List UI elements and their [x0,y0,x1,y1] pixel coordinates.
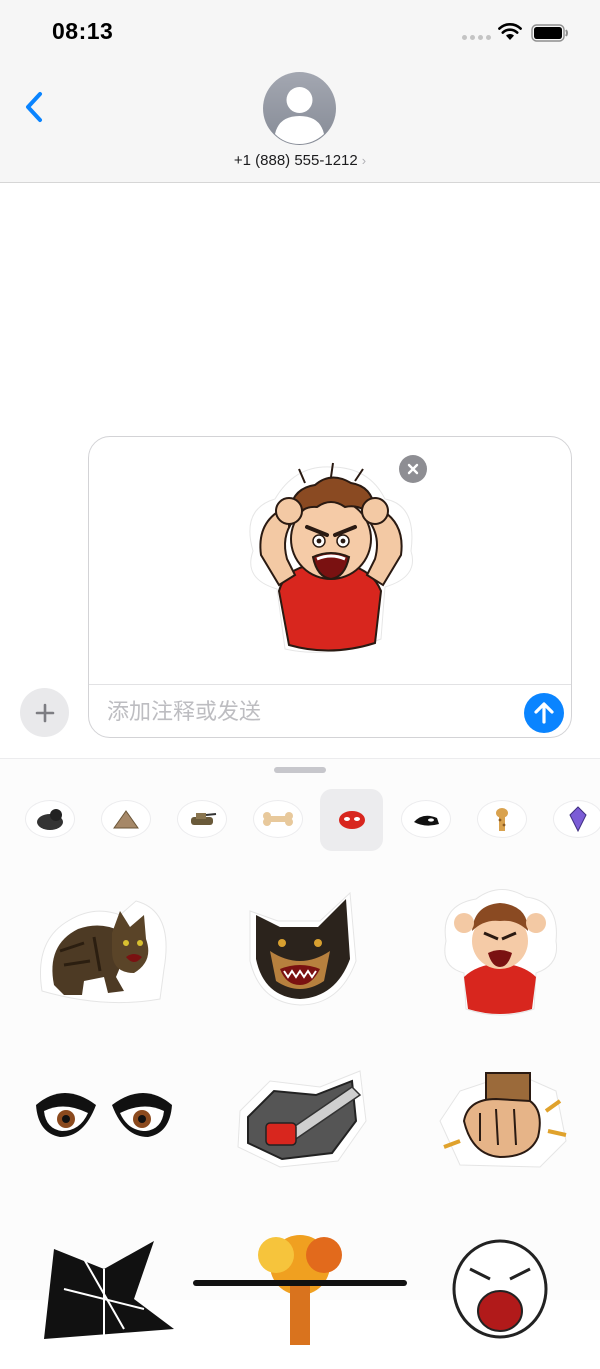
bone-icon [263,812,293,826]
sticker-angry-eyes[interactable] [24,1051,184,1191]
compose-box [88,436,572,738]
send-button[interactable] [524,693,564,733]
conversation-header: +1 (888) 555-1212 › [0,64,600,183]
sticker-screaming-face[interactable] [420,1229,580,1369]
back-button[interactable] [18,86,54,126]
status-bar: 08:13 [0,0,600,64]
arrow-up-icon [534,702,554,724]
crystal-icon [569,806,587,833]
chevron-right-icon: › [361,153,367,168]
message-input[interactable] [107,695,507,729]
pack-tab-pyramid[interactable] [102,801,150,837]
pack-tab-bone[interactable] [254,801,302,837]
pack-tab-tank[interactable] [178,801,226,837]
cellular-signal-icon [462,35,491,40]
sticker-punching-fist[interactable] [420,1051,580,1191]
pack-tab-angry[interactable] [320,789,383,851]
sticker-snarling-dog[interactable] [220,881,380,1021]
pack-tab-gorilla[interactable] [26,801,74,837]
angry-face-icon [338,811,365,829]
battery-icon [531,24,568,42]
plus-icon [35,703,54,722]
remove-sticker-button[interactable] [399,455,427,483]
contact-avatar[interactable] [263,72,336,145]
contact-number: +1 (888) 555-1212 [233,152,358,169]
close-icon [407,463,419,475]
chevron-left-icon [26,92,42,122]
pack-tab-crystal[interactable] [554,801,600,837]
attached-sticker[interactable] [235,459,421,663]
contact-name[interactable]: +1 (888) 555-1212 › [0,152,600,169]
pack-tab-orca[interactable] [402,801,450,837]
tank-icon [191,813,217,825]
person-icon [275,87,324,144]
sticker-chainsaw[interactable] [220,1051,380,1191]
compose-divider [89,684,571,685]
sticker-pack-bar [0,789,600,853]
pack-tab-giraffe[interactable] [478,801,526,837]
drawer-grabber[interactable] [274,767,326,773]
gorilla-icon [37,809,63,830]
sticker-drawer [0,758,600,1345]
sticker-angry-boy[interactable] [420,881,580,1021]
sticker-explosion[interactable] [220,1225,380,1365]
add-attachment-button[interactable] [20,688,69,737]
orca-icon [414,815,439,826]
wifi-icon [498,23,522,40]
pyramid-icon [113,810,139,829]
status-time: 08:13 [52,18,114,44]
sticker-shattered-glass[interactable] [24,1229,184,1369]
home-indicator[interactable] [193,1280,407,1286]
sticker-angry-cat[interactable] [24,881,184,1021]
giraffe-icon [496,808,508,831]
